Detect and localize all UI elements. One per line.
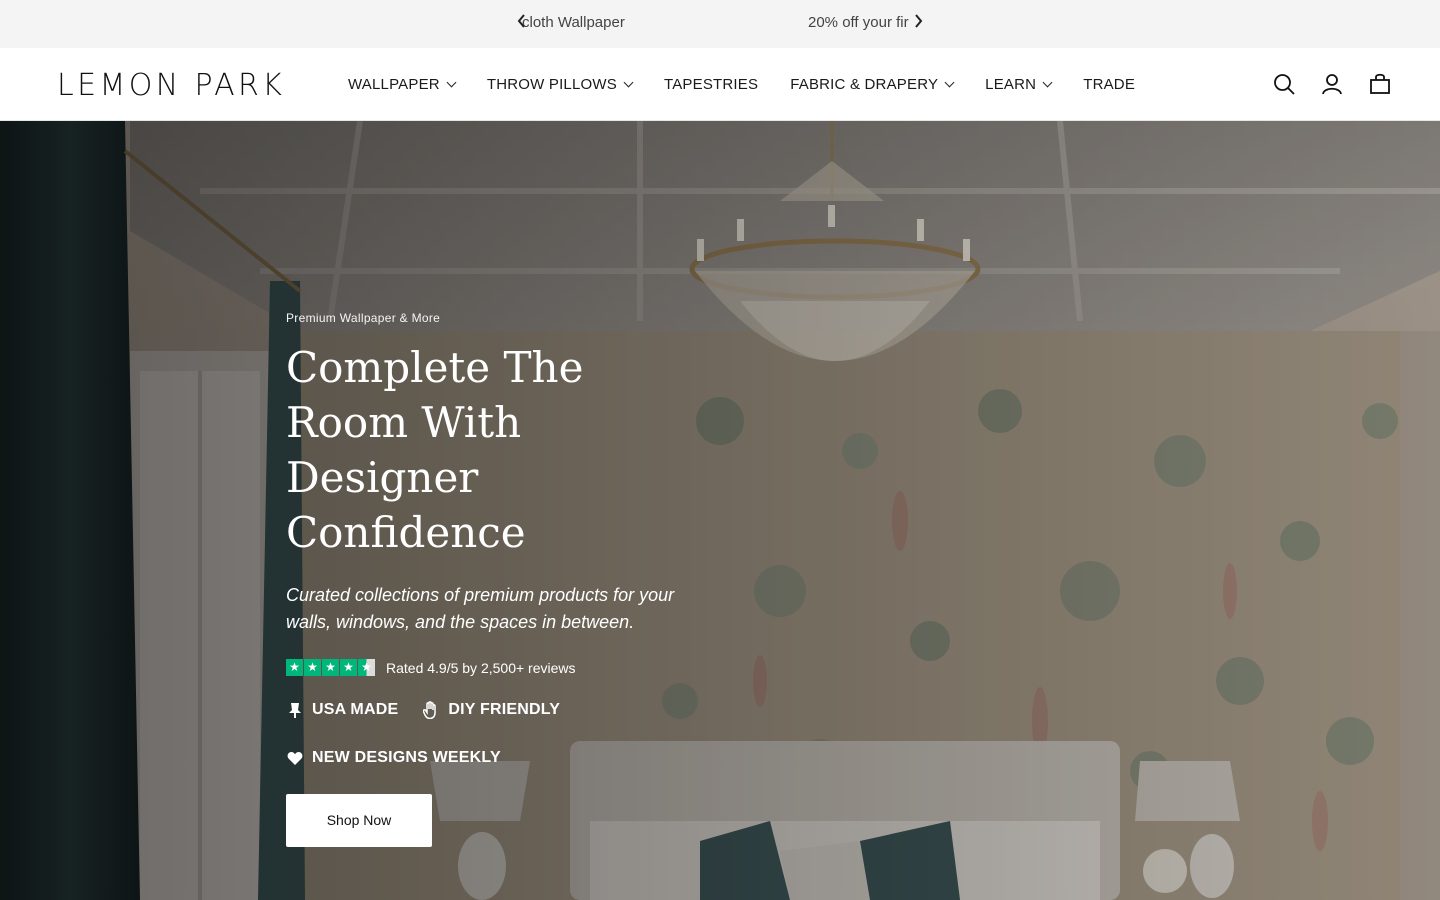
announcement-clip [918, 0, 1440, 48]
hero-eyebrow: Premium Wallpaper & More [286, 311, 441, 325]
rating-stars: ★ ★ ★ ★ ★ [286, 659, 376, 676]
badge-new-designs-weekly: NEW DESIGNS WEEKLY [286, 746, 501, 770]
nav-item-tapestries[interactable]: TAPESTRIES [664, 76, 758, 93]
rating-text: Rated 4.9/5 by 2,500+ reviews [386, 659, 576, 676]
hero-headline: Complete The Room With Designer Confiden… [286, 343, 584, 557]
announcement-bar: cloth Wallpaper 20% off your fir [0, 0, 1440, 48]
pin-icon [286, 702, 303, 719]
nav-item-label: LEARN [985, 75, 1037, 93]
search-icon[interactable] [1270, 70, 1298, 98]
chevron-down-icon [1042, 77, 1053, 87]
chevron-down-icon [944, 77, 955, 87]
announcement-message: 20% off your fir [808, 14, 909, 31]
chevron-down-icon [623, 77, 634, 87]
nav-item-trade[interactable]: TRADE [1083, 76, 1135, 93]
chevron-right-icon[interactable] [910, 12, 926, 36]
nav-item-label: TRADE [1083, 75, 1136, 93]
nav-item-label: WALLPAPER [348, 75, 440, 93]
nav-item-learn[interactable]: LEARN [985, 75, 1053, 93]
announcement-clip [0, 0, 520, 48]
badge-diy-friendly: DIY FRIENDLY [422, 698, 560, 722]
announcement-message: cloth Wallpaper [522, 14, 625, 31]
nav-item-label: FABRIC & DRAPERY [790, 75, 939, 93]
chevron-left-icon[interactable] [514, 12, 530, 36]
shop-now-button[interactable]: Shop Now [286, 794, 432, 847]
star-icon: ★ [340, 659, 357, 676]
hero-subtext: Curated collections of premium products … [286, 585, 675, 632]
feature-badges: USA MADE DIY FRIENDLY NEW DESIGNS WEEKLY [286, 698, 586, 794]
nav-item-label: TAPESTRIES [663, 75, 759, 93]
hand-icon [422, 701, 439, 719]
star-icon: ★ [304, 659, 321, 676]
nav-item-label: THROW PILLOWS [486, 75, 617, 93]
logo[interactable]: LEMON PARK [57, 68, 285, 103]
badge-label: USA MADE [312, 701, 399, 718]
rating-summary[interactable]: ★ ★ ★ ★ ★ Rated 4.9/5 by 2,500+ reviews [286, 659, 746, 676]
chevron-down-icon [446, 77, 457, 87]
star-half-icon: ★ [358, 659, 375, 676]
badge-label: NEW DESIGNS WEEKLY [312, 749, 501, 766]
star-icon: ★ [322, 659, 339, 676]
cart-icon[interactable] [1366, 70, 1394, 98]
nav-item-throw-pillows[interactable]: THROW PILLOWS [486, 75, 634, 93]
nav-item-wallpaper[interactable]: WALLPAPER [348, 75, 457, 93]
star-icon: ★ [286, 659, 303, 676]
heart-icon [286, 750, 303, 767]
site-header: LEMON PARK WALLPAPER THROW PILLOWS TAPES… [0, 48, 1440, 121]
badge-label: DIY FRIENDLY [448, 701, 561, 718]
hero-section: Premium Wallpaper & More Complete The Ro… [0, 121, 1440, 900]
main-nav: WALLPAPER THROW PILLOWS TAPESTRIES FABRI… [348, 48, 1167, 120]
hero-content: Premium Wallpaper & More Complete The Ro… [286, 311, 746, 847]
badge-usa-made: USA MADE [286, 698, 398, 722]
header-icons [1250, 70, 1394, 98]
account-icon[interactable] [1318, 70, 1346, 98]
nav-item-fabric-drapery[interactable]: FABRIC & DRAPERY [790, 75, 955, 93]
